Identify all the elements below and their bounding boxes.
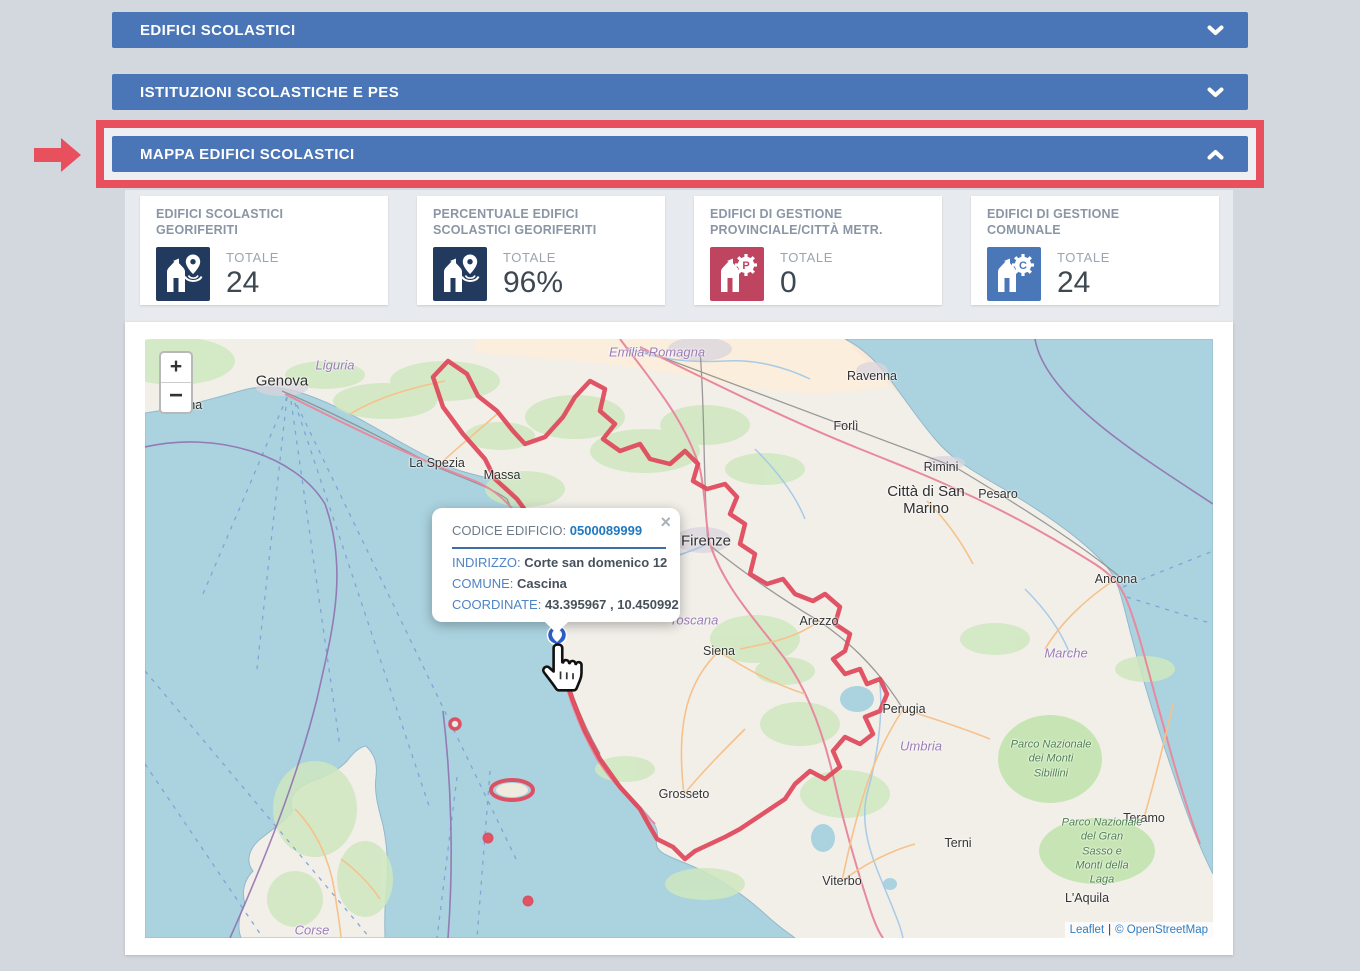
popup-close-icon[interactable]: × <box>660 513 671 531</box>
popup-comune-value: Cascina <box>517 576 567 591</box>
stat-title: PERCENTUALE EDIFICI SCOLASTICI GEORIFERI… <box>433 207 651 238</box>
popup-code-link[interactable]: 0500089999 <box>570 523 642 538</box>
map-zoom-control: + − <box>159 351 193 414</box>
popup-coordinate-value: 43.395967 , 10.450992 <box>545 597 679 612</box>
stat-title: EDIFICI DI GESTIONE PROVINCIALE/CITTÀ ME… <box>710 207 928 238</box>
popup-address-label: INDIRIZZO: <box>452 555 521 570</box>
chevron-down-icon <box>1207 25 1224 36</box>
accordion-label: EDIFICI SCOLASTICI <box>140 22 296 39</box>
stat-card-gestione-comunale: EDIFICI DI GESTIONE COMUNALE C TOTALE 24 <box>971 196 1219 305</box>
building-gear-icon: C <box>987 247 1041 301</box>
totale-label: TOTALE <box>503 250 563 265</box>
map-panel: Genova Liguria Savona La Spezia Massa Em… <box>125 322 1233 955</box>
accordion-mappa-edifici[interactable]: MAPPA EDIFICI SCOLASTICI <box>112 136 1248 172</box>
stat-value: 96% <box>503 267 563 299</box>
popup-address-value: Corte san domenico 12 <box>524 555 667 570</box>
map-popup: × CODICE EDIFICIO: 0500089999 INDIRIZZO:… <box>432 508 680 622</box>
totale-label: TOTALE <box>780 250 833 265</box>
stat-title: EDIFICI SCOLASTICI GEORIFERITI <box>156 207 374 238</box>
leaflet-map[interactable]: Genova Liguria Savona La Spezia Massa Em… <box>145 339 1213 938</box>
popup-comune-label: COMUNE: <box>452 576 513 591</box>
popup-divider <box>452 547 666 549</box>
stat-card-georiferiti: EDIFICI SCOLASTICI GEORIFERITI TOTALE 24 <box>140 196 388 305</box>
stat-value: 24 <box>226 267 279 299</box>
leaflet-link[interactable]: Leaflet <box>1070 924 1105 936</box>
building-geopin-icon <box>433 247 487 301</box>
accordion-edifici-scolastici[interactable]: EDIFICI SCOLASTICI <box>112 12 1248 48</box>
totale-label: TOTALE <box>1057 250 1110 265</box>
osm-link[interactable]: © OpenStreetMap <box>1115 924 1208 936</box>
totale-label: TOTALE <box>226 250 279 265</box>
hand-cursor-icon <box>541 642 587 694</box>
stat-value: 24 <box>1057 267 1110 299</box>
zoom-in-button[interactable]: + <box>161 353 191 382</box>
map-tiles <box>145 339 1213 938</box>
attribution-separator: | <box>1108 924 1111 936</box>
accordion-label: MAPPA EDIFICI SCOLASTICI <box>140 146 355 163</box>
popup-code-label: CODICE EDIFICIO: <box>452 523 566 538</box>
red-arrow-indicator <box>34 138 82 172</box>
stat-card-percentuale-georiferiti: PERCENTUALE EDIFICI SCOLASTICI GEORIFERI… <box>417 196 665 305</box>
gear-letter: P <box>742 260 749 272</box>
gear-letter: C <box>1019 260 1027 272</box>
stat-value: 0 <box>780 267 833 299</box>
accordion-label: ISTITUZIONI SCOLASTICHE E PES <box>140 84 399 101</box>
chevron-down-icon <box>1207 87 1224 98</box>
stats-row: EDIFICI SCOLASTICI GEORIFERITI TOTALE 24… <box>140 196 1219 305</box>
zoom-out-button[interactable]: − <box>161 382 191 412</box>
stat-title: EDIFICI DI GESTIONE COMUNALE <box>987 207 1205 238</box>
building-gear-icon: P <box>710 247 764 301</box>
map-attribution: Leaflet| © OpenStreetMap <box>1065 922 1213 938</box>
building-geopin-icon <box>156 247 210 301</box>
highlight-red-border: MAPPA EDIFICI SCOLASTICI <box>96 120 1264 188</box>
stat-card-gestione-provinciale: EDIFICI DI GESTIONE PROVINCIALE/CITTÀ ME… <box>694 196 942 305</box>
accordion-istituzioni-scolastiche[interactable]: ISTITUZIONI SCOLASTICHE E PES <box>112 74 1248 110</box>
popup-coordinate-label: COORDINATE: <box>452 597 541 612</box>
chevron-up-icon <box>1207 149 1224 160</box>
